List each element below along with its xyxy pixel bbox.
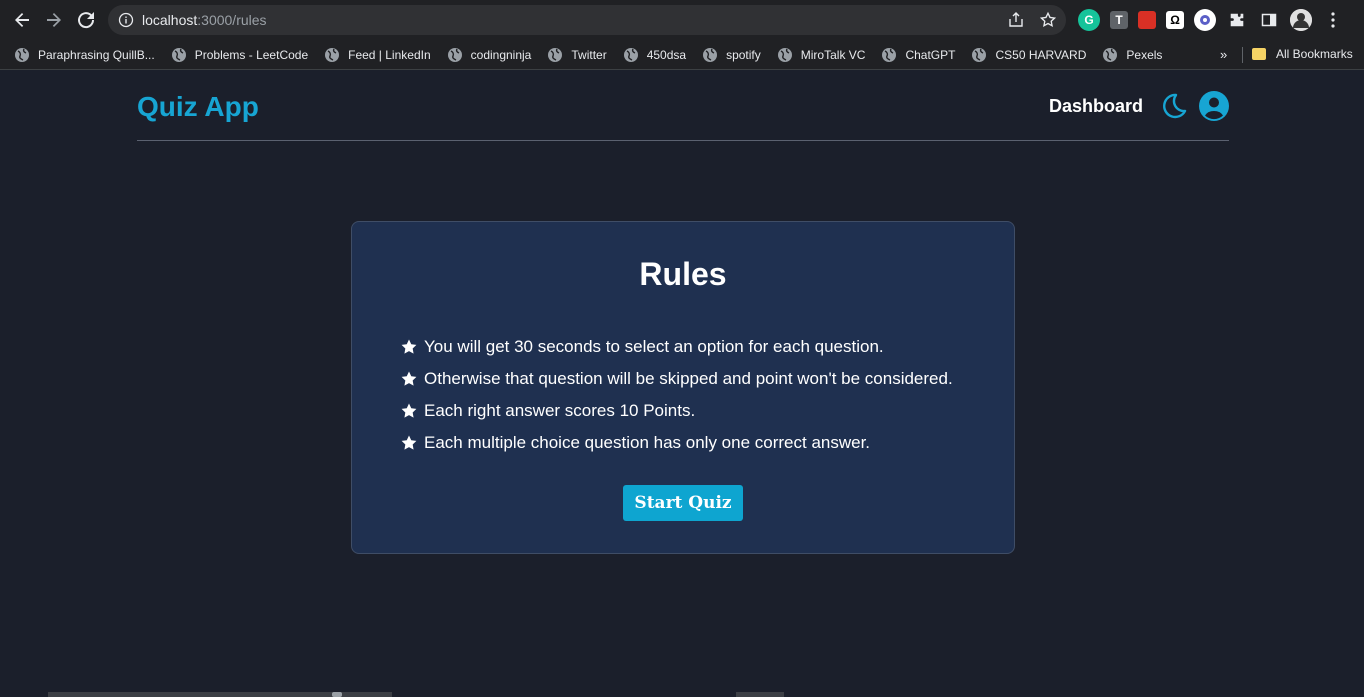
bookmark-item[interactable]: Feed | LinkedIn [324,47,431,63]
bookmark-label: CS50 HARVARD [995,48,1087,62]
globe-icon [548,48,563,62]
rule-item: Otherwise that question will be skipped … [400,363,953,395]
rule-text: Each right answer scores 10 Points. [424,401,696,420]
bookmarks-divider [1242,47,1243,63]
globe-icon [171,48,186,62]
globe-icon [1103,48,1118,62]
extension-gear-icon[interactable] [1194,9,1216,31]
share-icon[interactable] [1006,10,1026,30]
star-icon [401,403,417,418]
bookmark-item[interactable]: Problems - LeetCode [171,47,308,63]
bookmark-item[interactable]: 450dsa [623,47,686,63]
user-profile-icon[interactable] [1199,91,1229,121]
url-text: localhost:3000/rules [142,12,267,28]
back-icon[interactable] [10,8,34,32]
bookmark-label: Twitter [571,48,607,62]
rule-text: Otherwise that question will be skipped … [424,369,953,388]
globe-icon [623,48,638,62]
bookmark-item[interactable]: Twitter [547,47,607,63]
taskbar-fragment [736,692,784,697]
bookmark-item[interactable]: spotify [702,47,761,63]
extension-t-icon[interactable]: T [1110,11,1128,29]
bookmark-item[interactable]: Paraphrasing QuillB... [14,47,155,63]
bookmark-item[interactable]: MiroTalk VC [777,47,866,63]
rule-item: Each right answer scores 10 Points. [400,395,953,427]
reload-icon[interactable] [74,8,98,32]
rule-item: Each multiple choice question has only o… [400,427,953,459]
bookmark-item[interactable]: Pexels [1102,47,1162,63]
globe-icon [447,48,462,62]
all-bookmarks-button[interactable]: All Bookmarks [1252,47,1353,61]
globe-icon [777,48,792,62]
forward-icon[interactable] [42,8,66,32]
bookmark-label: Pexels [1126,48,1163,62]
extensions-puzzle-icon[interactable] [1226,9,1248,31]
extension-red-icon[interactable] [1138,11,1156,29]
extension-omega-icon[interactable]: Ω [1166,11,1184,29]
rule-text: You will get 30 seconds to select an opt… [424,337,884,356]
bookmark-item[interactable]: CS50 HARVARD [971,47,1086,63]
profile-avatar[interactable] [1290,9,1312,31]
scrollbar-thumb[interactable] [332,692,342,697]
rule-text: Each multiple choice question has only o… [424,433,871,452]
star-icon [401,371,417,386]
bookmark-item[interactable]: codingninja [447,47,532,63]
app-title[interactable]: Quiz App [137,91,259,123]
bookmark-label: Feed | LinkedIn [348,48,431,62]
bookmarks-overflow-icon[interactable]: » [1220,47,1227,62]
side-panel-icon[interactable] [1258,9,1280,31]
dashboard-link[interactable]: Dashboard [1049,96,1143,117]
globe-icon [882,48,897,62]
grammarly-icon[interactable]: G [1078,9,1100,31]
folder-icon [1252,48,1266,60]
star-icon [401,339,417,354]
globe-icon [325,48,340,62]
bookmark-label: MiroTalk VC [800,48,866,62]
bookmark-label: Problems - LeetCode [194,48,309,62]
globe-icon [15,48,29,62]
moon-icon[interactable] [1159,92,1187,120]
all-bookmarks-label: All Bookmarks [1276,47,1353,61]
bookmark-label: Paraphrasing QuillB... [38,48,155,62]
bookmark-label: spotify [726,48,761,62]
bookmark-label: 450dsa [646,48,687,62]
bookmark-label: ChatGPT [905,48,956,62]
bookmark-item[interactable]: ChatGPT [881,47,955,63]
bookmark-label: codingninja [470,48,532,62]
globe-icon [703,48,718,62]
bookmarks-bar: Paraphrasing QuillB... Problems - LeetCod… [0,40,1364,70]
browser-toolbar: localhost:3000/rules G T Ω [0,0,1364,40]
bookmark-star-icon[interactable] [1038,10,1058,30]
rules-list: You will get 30 seconds to select an opt… [400,331,953,459]
menu-kebab-icon[interactable] [1322,9,1344,31]
start-quiz-button[interactable]: Start Quiz [623,485,743,521]
rules-card: Rules You will get 30 seconds to select … [351,221,1015,554]
site-info-icon[interactable] [118,12,134,28]
app-header: Quiz App Dashboard [137,72,1229,141]
star-icon [401,435,417,450]
globe-icon [972,48,987,62]
rules-title: Rules [639,256,727,292]
address-bar[interactable]: localhost:3000/rules [108,5,1066,35]
rule-item: You will get 30 seconds to select an opt… [400,331,953,363]
